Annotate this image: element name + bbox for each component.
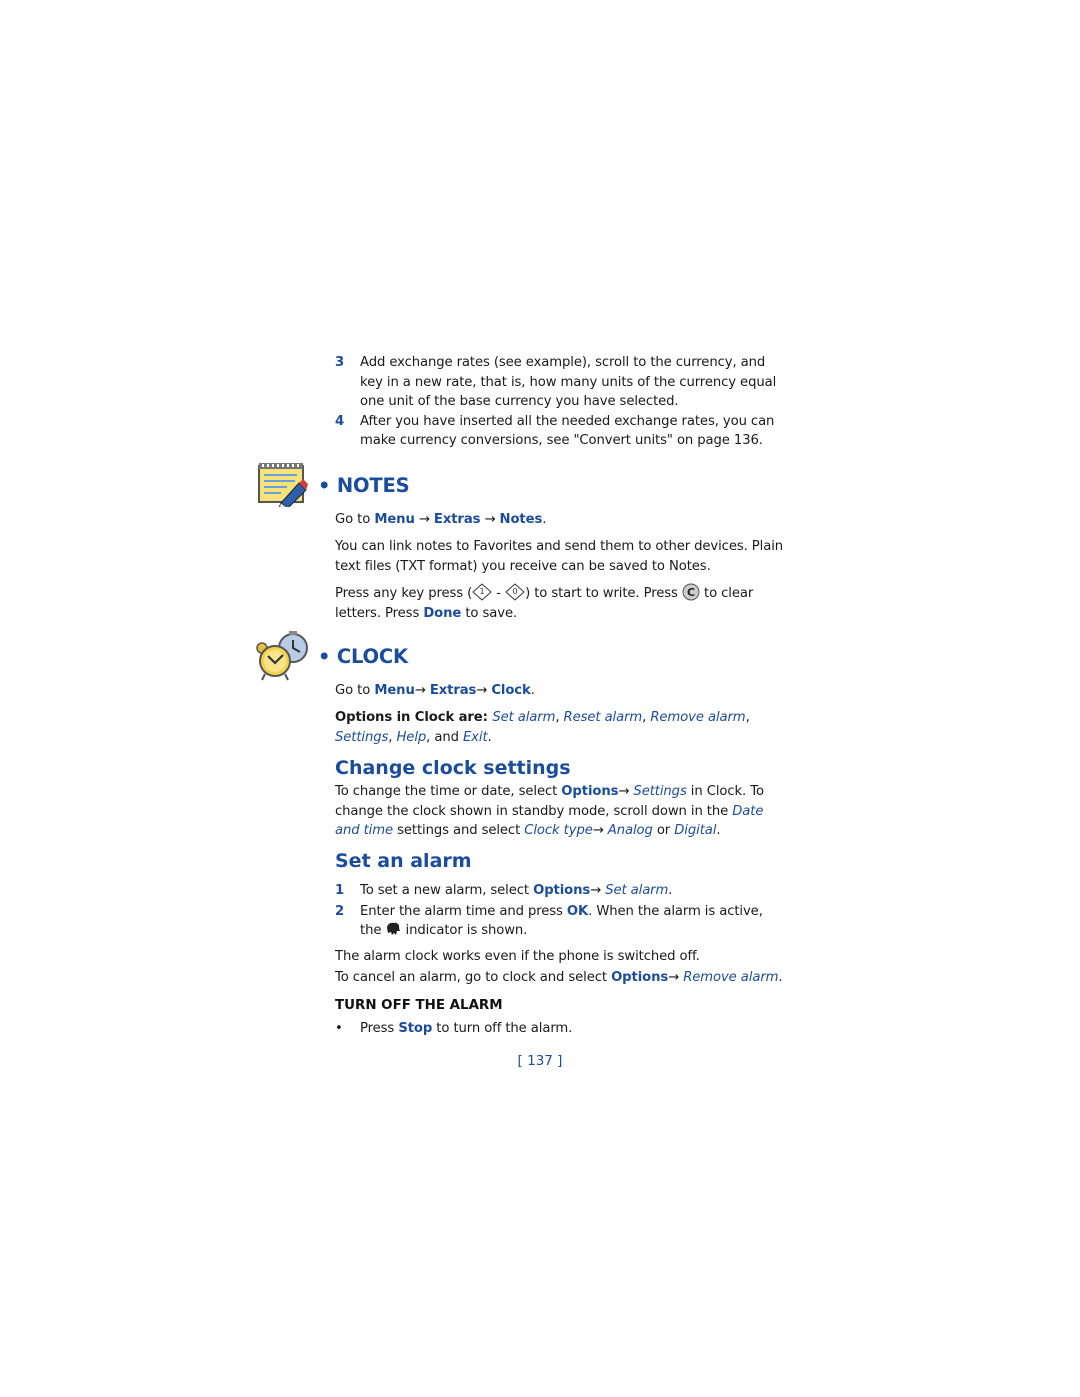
clock-goto: Go to Menu→ Extras→ Clock. xyxy=(335,681,785,701)
text: and xyxy=(434,729,463,745)
text: . xyxy=(668,883,673,898)
step-number: 1 xyxy=(335,883,345,898)
remove-alarm-option: Remove alarm xyxy=(683,970,779,985)
text: or xyxy=(652,823,675,839)
arrow: → xyxy=(476,683,492,698)
ok-softkey: OK xyxy=(566,903,589,919)
done-softkey: Done xyxy=(423,605,462,621)
turn-off-heading: TURN OFF THE ALARM xyxy=(335,998,503,1013)
arrow: → xyxy=(590,883,606,898)
alarm-para2: To cancel an alarm, go to clock and sele… xyxy=(335,968,785,988)
text: ) to start to write. Press xyxy=(525,586,682,601)
text: to turn off the alarm. xyxy=(432,1021,573,1036)
bullet: • xyxy=(335,1021,343,1036)
menu-link: Menu xyxy=(374,683,415,698)
text: Press xyxy=(360,1021,399,1036)
digital-option: Digital xyxy=(674,823,717,839)
change-clock-heading: Change clock settings xyxy=(335,757,571,779)
exchange-steps: 3 Add exchange rates (see example), scro… xyxy=(335,353,785,451)
option-remove-alarm: Remove alarm xyxy=(650,710,746,725)
suffix: . xyxy=(542,512,547,527)
extras-link: Extras xyxy=(429,683,477,698)
goto-prefix: Go to xyxy=(335,683,375,698)
text: Press any key press ( xyxy=(335,586,473,601)
arrow: → xyxy=(414,512,434,527)
option-settings: Settings xyxy=(335,729,389,745)
list-item: 2 Enter the alarm time and press OK. Whe… xyxy=(335,902,785,941)
list-item: 3 Add exchange rates (see example), scro… xyxy=(335,353,785,412)
list-item: • Press Stop to turn off the alarm. xyxy=(335,1019,785,1039)
text: - xyxy=(492,586,506,601)
step-number: 2 xyxy=(335,903,345,919)
option-exit: Exit xyxy=(462,729,488,745)
arrow: → xyxy=(618,784,634,799)
option-reset-alarm: Reset alarm xyxy=(563,710,643,725)
text: To set a new alarm, select xyxy=(360,883,534,898)
arrow: → xyxy=(668,970,684,985)
text: settings and select xyxy=(393,823,525,839)
notes-para1: You can link notes to Favorites and send… xyxy=(335,539,784,574)
alarm-para1: The alarm clock works even if the phone … xyxy=(335,949,700,964)
clock-link: Clock xyxy=(491,683,531,698)
notes-heading: • NOTES xyxy=(318,474,410,497)
notes-link: Notes xyxy=(499,512,543,527)
text: indicator is shown. xyxy=(401,923,528,939)
arrow: → xyxy=(414,683,430,698)
step-text: After you have inserted all the needed e… xyxy=(360,413,775,449)
alarm-indicator-icon xyxy=(385,922,401,936)
goto-prefix: Go to xyxy=(335,512,375,527)
alarm-clock-icon xyxy=(256,630,312,682)
options-softkey: Options xyxy=(611,970,669,985)
step-text: Add exchange rates (see example), scroll… xyxy=(360,355,777,410)
notes-goto: Go to Menu → Extras → Notes. xyxy=(335,510,785,530)
text: To cancel an alarm, go to clock and sele… xyxy=(335,970,612,985)
text: . xyxy=(778,970,783,985)
notes-para2: Press any key press ( 1 - 0 ) to start to … xyxy=(335,583,785,623)
text: Enter the alarm time and press xyxy=(360,903,567,919)
svg-text:0: 0 xyxy=(513,587,518,596)
turn-off-item: • Press Stop to turn off the alarm. xyxy=(335,1019,785,1039)
step-number: 4 xyxy=(335,413,345,429)
set-alarm-steps: 1 To set a new alarm, select Options→ Se… xyxy=(335,881,785,941)
text: . xyxy=(487,729,492,745)
option-set-alarm: Set alarm xyxy=(492,710,556,725)
analog-option: Analog xyxy=(607,823,653,839)
settings-option: Settings xyxy=(633,784,687,799)
key-1-icon: 1 xyxy=(472,583,492,601)
manual-page: 3 Add exchange rates (see example), scro… xyxy=(0,0,1080,1397)
options-softkey: Options xyxy=(561,784,619,799)
change-clock-para: To change the time or date, select Optio… xyxy=(335,782,785,841)
extras-link: Extras xyxy=(433,512,481,527)
key-0-icon: 0 xyxy=(505,583,525,601)
text: to save. xyxy=(461,605,518,621)
options-lead: Options in Clock are: xyxy=(335,710,493,725)
set-alarm-option: Set alarm xyxy=(605,883,669,898)
svg-text:C: C xyxy=(687,586,695,599)
list-item: 4 After you have inserted all the needed… xyxy=(335,412,785,451)
options-softkey: Options xyxy=(533,883,591,898)
page-number: [ 137 ] xyxy=(517,1053,563,1069)
suffix: . xyxy=(530,683,535,698)
stop-softkey: Stop xyxy=(398,1021,433,1036)
list-item: 1 To set a new alarm, select Options→ Se… xyxy=(335,881,785,901)
svg-text:1: 1 xyxy=(480,587,485,596)
step-number: 3 xyxy=(335,355,345,370)
notepad-pencil-icon xyxy=(257,461,309,509)
option-help: Help xyxy=(396,729,427,745)
text: To change the time or date, select xyxy=(335,784,562,799)
menu-link: Menu xyxy=(374,512,415,527)
clock-type-setting: Clock type xyxy=(524,823,593,839)
set-alarm-heading: Set an alarm xyxy=(335,850,472,872)
clock-options: Options in Clock are: Set alarm, Reset a… xyxy=(335,710,750,745)
clear-key-icon: C xyxy=(682,583,700,601)
text: . xyxy=(716,823,721,839)
clock-heading: • CLOCK xyxy=(318,645,408,668)
arrow: → xyxy=(480,512,500,527)
arrow: → xyxy=(592,823,608,839)
